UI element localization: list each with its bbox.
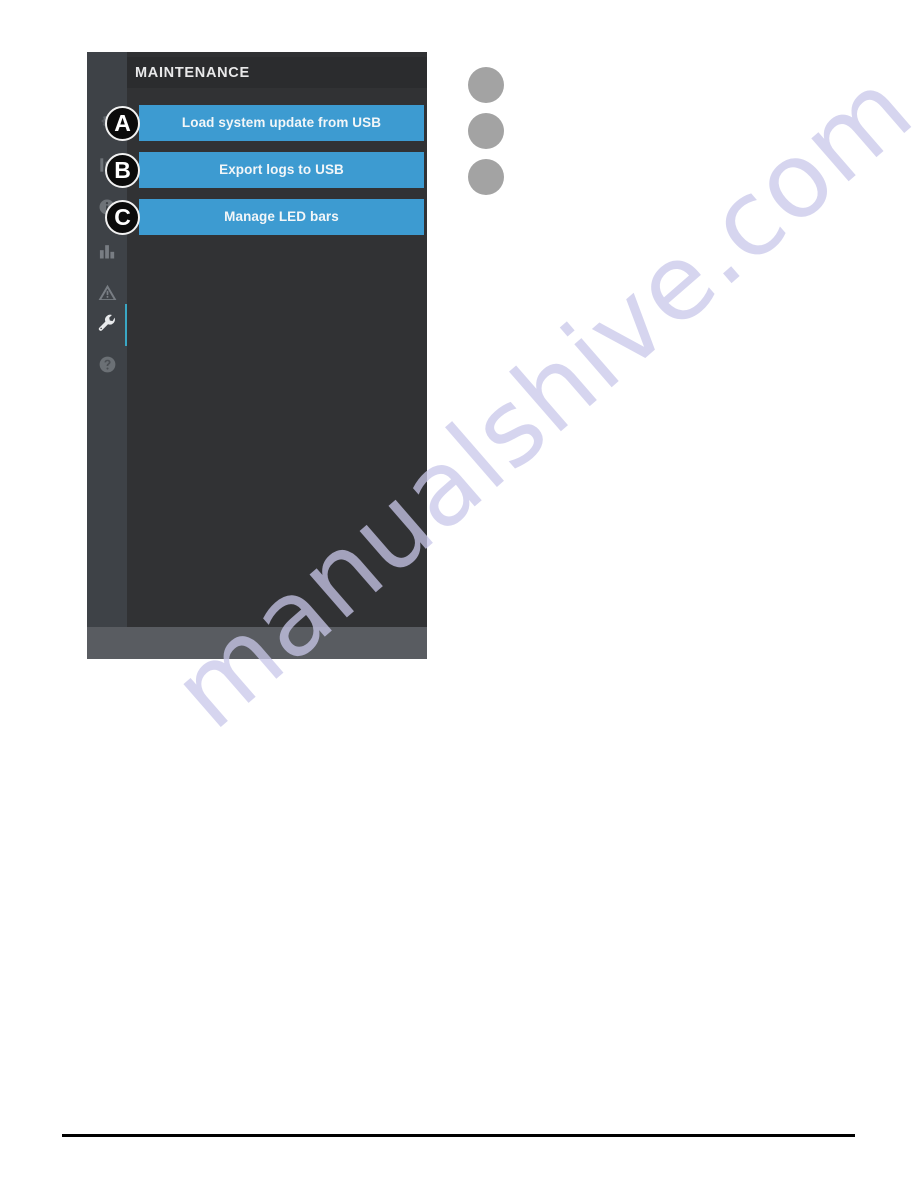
sidebar-item-help[interactable] [87,344,127,385]
bar-chart-icon [97,241,117,261]
sidebar-item-statistics[interactable] [87,230,127,271]
panel-header: MAINTENANCE [127,57,427,88]
warning-triangle-icon [97,282,118,303]
callout-badge-b: B [105,153,140,188]
callout-placeholder-2 [468,113,504,149]
panel-content-area: Load system update from USB Export logs … [127,88,427,627]
wrench-icon [96,313,118,335]
status-bar [87,627,427,659]
callout-placeholder-3 [468,159,504,195]
callout-badge-c: C [105,200,140,235]
page-footer-rule [62,1134,855,1137]
load-system-update-button[interactable]: Load system update from USB [139,105,424,141]
sidebar-item-maintenance[interactable] [87,303,127,344]
help-circle-icon [97,354,118,375]
callout-badge-a: A [105,106,140,141]
callout-placeholder-1 [468,67,504,103]
manage-led-bars-button[interactable]: Manage LED bars [139,199,424,235]
page-title: MAINTENANCE [135,64,250,81]
export-logs-button[interactable]: Export logs to USB [139,152,424,188]
device-screen-panel: MAINTENANCE Load system update from USB … [87,52,427,659]
